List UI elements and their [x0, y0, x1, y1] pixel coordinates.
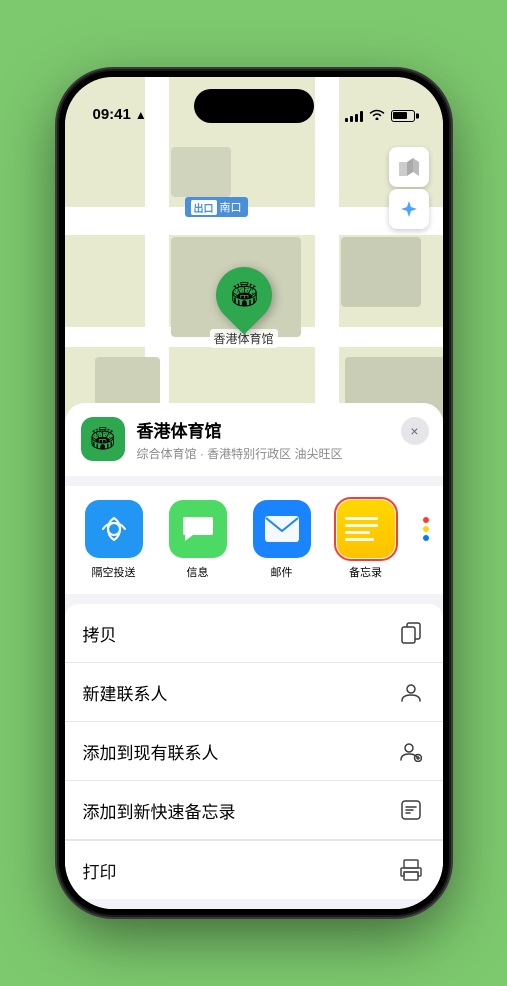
share-app-more[interactable] — [411, 500, 441, 564]
action-new-contact[interactable]: 新建联系人 — [65, 663, 443, 722]
messages-icon — [169, 500, 227, 558]
action-copy-label: 拷贝 — [83, 621, 117, 646]
airdrop-label: 隔空投送 — [92, 564, 136, 580]
mail-label: 邮件 — [271, 564, 293, 580]
venue-icon-emoji: 🏟 — [89, 426, 117, 452]
venue-header: 🏟 香港体育馆 综合体育馆 · 香港特别行政区 油尖旺区 × — [65, 403, 443, 476]
airdrop-icon — [85, 500, 143, 558]
location-indicator: ▲ — [135, 108, 147, 122]
signal-bar-4 — [360, 111, 363, 122]
print-icon — [397, 856, 425, 884]
map-block-3 — [171, 147, 231, 197]
action-copy[interactable]: 拷贝 — [65, 604, 443, 663]
share-app-messages[interactable]: 信息 — [159, 500, 237, 580]
notes-label: 备忘录 — [349, 564, 382, 580]
signal-bar-2 — [350, 116, 353, 122]
copy-icon — [397, 619, 425, 647]
venue-name: 香港体育馆 — [137, 417, 427, 442]
action-add-note-label: 添加到新快速备忘录 — [83, 798, 236, 823]
new-contact-icon — [397, 678, 425, 706]
dot-yellow — [423, 526, 429, 532]
action-list: 拷贝 新建联系人 — [65, 604, 443, 899]
action-print-label: 打印 — [83, 858, 117, 883]
share-row: 隔空投送 信息 — [65, 486, 443, 594]
add-note-icon — [397, 796, 425, 824]
signal-bar-3 — [355, 114, 358, 122]
phone-screen: 09:41 ▲ — [65, 77, 443, 909]
venue-icon: 🏟 — [81, 417, 125, 461]
action-print[interactable]: 打印 — [65, 840, 443, 899]
wifi-icon — [369, 108, 385, 123]
close-button[interactable]: × — [401, 417, 429, 445]
venue-info: 香港体育馆 综合体育馆 · 香港特别行政区 油尖旺区 — [137, 417, 427, 462]
share-app-airdrop[interactable]: 隔空投送 — [75, 500, 153, 580]
exit-prefix: 出口 — [191, 200, 217, 215]
location-button[interactable] — [389, 189, 429, 229]
share-app-notes[interactable]: 备忘录 — [327, 500, 405, 580]
battery-fill — [393, 112, 407, 119]
pin-bubble: 🏟 — [204, 255, 283, 334]
messages-label: 信息 — [187, 564, 209, 580]
map-controls — [389, 147, 429, 229]
status-time: 09:41 — [93, 106, 131, 123]
pin-icon: 🏟 — [228, 281, 258, 310]
add-existing-icon — [397, 737, 425, 765]
phone-frame: 09:41 ▲ — [59, 71, 449, 915]
action-add-existing[interactable]: 添加到现有联系人 — [65, 722, 443, 781]
dot-red — [423, 517, 429, 523]
notes-line-2 — [345, 524, 379, 527]
dynamic-island — [194, 89, 314, 123]
map-road-h — [65, 207, 443, 235]
notes-line-4 — [345, 538, 374, 541]
action-add-existing-label: 添加到现有联系人 — [83, 739, 219, 764]
exit-name: 南口 — [220, 199, 242, 215]
action-new-contact-label: 新建联系人 — [83, 680, 168, 705]
status-icons — [345, 108, 415, 123]
bottom-sheet: 🏟 香港体育馆 综合体育馆 · 香港特别行政区 油尖旺区 × — [65, 403, 443, 909]
mail-icon — [253, 500, 311, 558]
signal-bars-icon — [345, 110, 363, 122]
battery-icon — [391, 110, 415, 122]
map-block-2 — [341, 237, 421, 307]
notes-app-icon — [337, 500, 395, 558]
dot-blue — [423, 535, 429, 541]
more-apps-dots — [411, 500, 441, 558]
notes-line-3 — [345, 531, 370, 534]
share-app-mail[interactable]: 邮件 — [243, 500, 321, 580]
map-exit-label: 出口 南口 — [185, 197, 248, 217]
action-add-note[interactable]: 添加到新快速备忘录 — [65, 781, 443, 840]
venue-subtitle: 综合体育馆 · 香港特别行政区 油尖旺区 — [137, 445, 427, 462]
notes-line-1 — [345, 517, 379, 520]
map-type-button[interactable] — [389, 147, 429, 187]
venue-pin[interactable]: 🏟 香港体育馆 — [210, 267, 278, 348]
signal-bar-1 — [345, 118, 348, 122]
